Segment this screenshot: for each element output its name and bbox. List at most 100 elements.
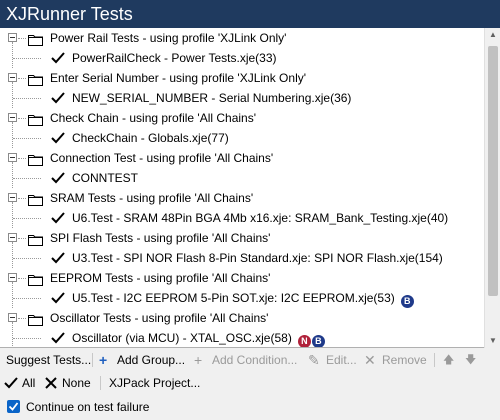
folder-icon <box>28 72 43 86</box>
checkmark-icon[interactable] <box>50 331 66 345</box>
test-item-text: NEW_SERIAL_NUMBER - Serial Numbering.xje… <box>72 91 352 105</box>
test-group-row[interactable]: Check Chain - using profile 'All Chains' <box>0 108 484 128</box>
folder-icon <box>28 192 43 206</box>
tree-connector <box>13 338 41 339</box>
checkmark-icon[interactable] <box>50 171 66 185</box>
test-group-row[interactable]: Power Rail Tests - using profile 'XJLink… <box>0 28 484 48</box>
collapse-icon[interactable] <box>8 273 17 282</box>
tree-connector <box>18 158 26 159</box>
move-up-arrow-icon[interactable]: 🡅 <box>443 348 454 372</box>
test-group-label: Connection Test - using profile 'All Cha… <box>50 151 274 165</box>
test-item-text: CheckChain - Globals.xje(77) <box>72 131 229 145</box>
continue-on-failure-label: Continue on test failure <box>26 400 150 414</box>
tree-connector <box>13 298 41 299</box>
test-item-row[interactable]: U5.Test - I2C EEPROM 5-Pin SOT.xje: I2C … <box>0 288 484 308</box>
tree-connector <box>18 238 26 239</box>
checkmark-icon[interactable] <box>50 291 66 305</box>
b-badge-icon: B <box>311 335 325 347</box>
test-group-label: Power Rail Tests - using profile 'XJLink… <box>50 31 287 45</box>
collapse-icon[interactable] <box>8 73 17 82</box>
tree-connector <box>13 258 41 259</box>
test-item-row[interactable]: PowerRailCheck - Power Tests.xje(33) <box>0 48 484 68</box>
close-icon: ✕ <box>364 352 376 368</box>
folder-icon <box>28 232 43 246</box>
xjpack-project-button[interactable]: XJPack Project... <box>109 372 200 394</box>
test-group: SRAM Tests - using profile 'All Chains' U… <box>0 188 500 228</box>
collapse-icon[interactable] <box>8 113 17 122</box>
test-group-row[interactable]: SRAM Tests - using profile 'All Chains' <box>0 188 484 208</box>
suggest-tests-button[interactable]: Suggest Tests... <box>6 348 91 372</box>
scroll-down-arrow-icon[interactable]: ▼ <box>485 334 500 348</box>
vertical-scrollbar[interactable]: ▲ ▼ <box>484 28 500 348</box>
test-group: Enter Serial Number - using profile 'XJL… <box>0 68 500 108</box>
toolbar-separator <box>434 353 435 367</box>
test-item-label: U3.Test - SPI NOR Flash 8-Pin Standard.x… <box>72 248 443 268</box>
tree-connector <box>18 198 26 199</box>
tree-connector <box>18 318 26 319</box>
tree-connector <box>18 118 26 119</box>
folder-icon <box>28 112 43 126</box>
cross-icon <box>45 377 57 389</box>
test-item-row[interactable]: U6.Test - SRAM 48Pin BGA 4Mb x16.xje: SR… <box>0 208 484 228</box>
test-item-text: U6.Test - SRAM 48Pin BGA 4Mb x16.xje: SR… <box>72 211 449 225</box>
scroll-up-arrow-icon[interactable]: ▲ <box>485 28 500 42</box>
collapse-icon[interactable] <box>8 313 17 322</box>
test-group-row[interactable]: SPI Flash Tests - using profile 'All Cha… <box>0 228 484 248</box>
collapse-icon[interactable] <box>8 153 17 162</box>
test-group: Oscillator Tests - using profile 'All Ch… <box>0 308 500 347</box>
move-down-arrow-icon[interactable]: 🡇 <box>465 348 476 372</box>
tree-connector <box>18 78 26 79</box>
checkmark-icon <box>4 377 18 389</box>
tree-connector <box>13 178 41 179</box>
test-item-text: PowerRailCheck - Power Tests.xje(33) <box>72 51 277 65</box>
test-item-row[interactable]: NEW_SERIAL_NUMBER - Serial Numbering.xje… <box>0 88 484 108</box>
test-item-label: Oscillator (via MCU) - XTAL_OSC.xje(58) N… <box>72 328 325 347</box>
test-group: Power Rail Tests - using profile 'XJLink… <box>0 28 500 68</box>
test-group-row[interactable]: Enter Serial Number - using profile 'XJL… <box>0 68 484 88</box>
checkmark-icon <box>8 402 19 411</box>
test-item-label: U5.Test - I2C EEPROM 5-Pin SOT.xje: I2C … <box>72 288 414 308</box>
test-item-row[interactable]: Oscillator (via MCU) - XTAL_OSC.xje(58) N… <box>0 328 484 347</box>
test-tree[interactable]: Power Rail Tests - using profile 'XJLink… <box>0 28 500 348</box>
collapse-icon[interactable] <box>8 233 17 242</box>
continue-on-failure-option[interactable]: Continue on test failure <box>0 396 500 418</box>
checkmark-icon[interactable] <box>50 131 66 145</box>
tree-connector <box>18 38 26 39</box>
toolbar-separator <box>100 376 101 390</box>
checkmark-icon[interactable] <box>50 51 66 65</box>
checkmark-icon[interactable] <box>50 91 66 105</box>
tree-toolbar: Suggest Tests... + Add Group... + Add Co… <box>0 348 500 372</box>
test-group-label: SRAM Tests - using profile 'All Chains' <box>50 191 254 205</box>
test-item-text: U3.Test - SPI NOR Flash 8-Pin Standard.x… <box>72 251 443 265</box>
checkmark-icon[interactable] <box>50 211 66 225</box>
collapse-icon[interactable] <box>8 193 17 202</box>
test-group-row[interactable]: Oscillator Tests - using profile 'All Ch… <box>0 308 484 328</box>
folder-icon <box>28 312 43 326</box>
collapse-icon[interactable] <box>8 33 17 42</box>
n-badge-icon: N <box>297 335 311 347</box>
test-group: SPI Flash Tests - using profile 'All Cha… <box>0 228 500 268</box>
test-item-row[interactable]: U3.Test - SPI NOR Flash 8-Pin Standard.x… <box>0 248 484 268</box>
test-group-row[interactable]: Connection Test - using profile 'All Cha… <box>0 148 484 168</box>
continue-on-failure-checkbox[interactable] <box>7 400 20 413</box>
test-group-row[interactable]: EEPROM Tests - using profile 'All Chains… <box>0 268 484 288</box>
remove-label: Remove <box>382 353 427 367</box>
add-group-label: Add Group... <box>117 353 186 367</box>
toolbar-separator <box>92 353 93 367</box>
scrollbar-thumb[interactable] <box>488 46 498 296</box>
add-condition-label: Add Condition... <box>212 353 298 367</box>
test-group: Check Chain - using profile 'All Chains'… <box>0 108 500 148</box>
folder-icon <box>28 152 43 166</box>
selection-toolbar: All None XJPack Project... <box>0 372 500 394</box>
select-none-label: None <box>62 376 91 390</box>
test-item-row[interactable]: CONNTEST <box>0 168 484 188</box>
select-all-label: All <box>22 376 36 390</box>
tree-connector <box>18 278 26 279</box>
checkmark-icon[interactable] <box>50 251 66 265</box>
test-item-label: CONNTEST <box>72 168 138 188</box>
test-item-label: NEW_SERIAL_NUMBER - Serial Numbering.xje… <box>72 88 351 108</box>
test-item-label: CheckChain - Globals.xje(77) <box>72 128 229 148</box>
window-title: XJRunner Tests <box>0 0 500 28</box>
test-group-label: Enter Serial Number - using profile 'XJL… <box>50 71 307 85</box>
test-item-row[interactable]: CheckChain - Globals.xje(77) <box>0 128 484 148</box>
